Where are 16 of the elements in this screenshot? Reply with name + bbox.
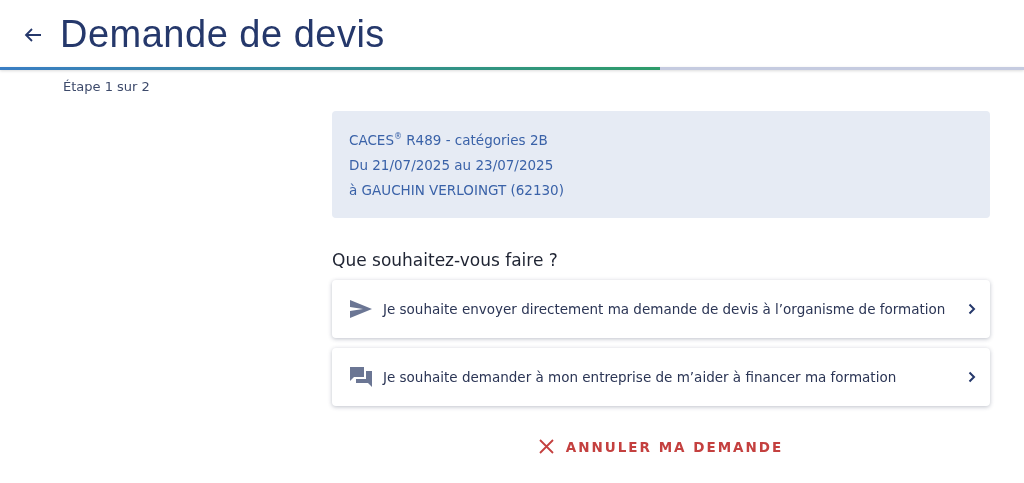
- back-button[interactable]: [24, 26, 42, 43]
- summary-line: Du 21/07/2025 au 23/07/2025: [349, 155, 555, 175]
- question: Que souhaitez-vous faire ?: [332, 249, 559, 270]
- chevron-icon: [968, 302, 976, 315]
- option-button[interactable]: Je souhaite envoyer directement ma demande de devis à l’organisme de formation: [332, 279, 990, 338]
- send-icon: [349, 298, 373, 319]
- step-indicator: Étape 1 sur 2: [63, 79, 151, 94]
- chevron-icon: [968, 370, 976, 383]
- back-arrow-icon: [24, 26, 42, 43]
- close-icon: [538, 439, 554, 454]
- cancel-button[interactable]: ANNULER MA DEMANDE: [532, 437, 790, 456]
- option-button[interactable]: Je souhaite demander à mon entreprise de m’aider à financer ma formation: [332, 347, 990, 406]
- summary-line: à GAUCHIN VERLOINGT (62130): [349, 180, 565, 200]
- summary-line: CACES$^{®}$ R489 - catégories 2B: [349, 130, 549, 150]
- chat-icon: [349, 365, 373, 388]
- page-title: Demande de devis: [60, 13, 385, 56]
